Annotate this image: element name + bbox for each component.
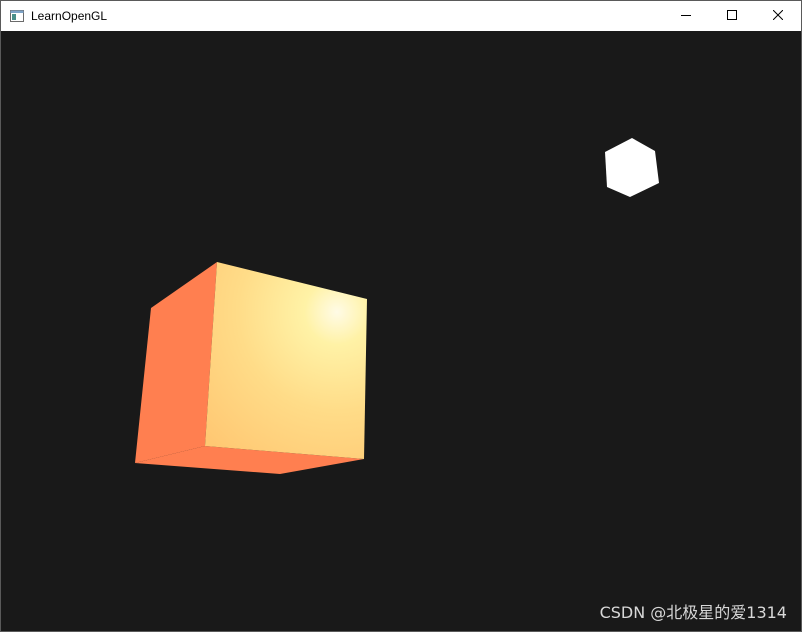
close-button[interactable] — [755, 1, 801, 31]
close-icon — [772, 7, 784, 25]
lit-cube — [135, 262, 367, 474]
opengl-viewport[interactable]: CSDN @北极星的爱1314 — [1, 31, 801, 631]
app-window: LearnOpenGL CSDN @北极星的爱1314 — [0, 0, 802, 632]
watermark-text: CSDN @北极星的爱1314 — [599, 603, 787, 622]
maximize-icon — [727, 7, 737, 25]
maximize-button[interactable] — [709, 1, 755, 31]
caption-buttons — [663, 1, 801, 31]
lit-cube-front-face — [205, 262, 367, 459]
window-title: LearnOpenGL — [31, 9, 108, 23]
minimize-button[interactable] — [663, 1, 709, 31]
light-cube — [605, 138, 659, 197]
lit-cube-side-face — [135, 262, 217, 463]
light-cube-shape — [605, 138, 659, 197]
title-bar[interactable]: LearnOpenGL — [1, 1, 801, 31]
minimize-icon — [681, 7, 691, 25]
scene-canvas — [135, 138, 659, 474]
app-window-icon — [10, 9, 24, 23]
